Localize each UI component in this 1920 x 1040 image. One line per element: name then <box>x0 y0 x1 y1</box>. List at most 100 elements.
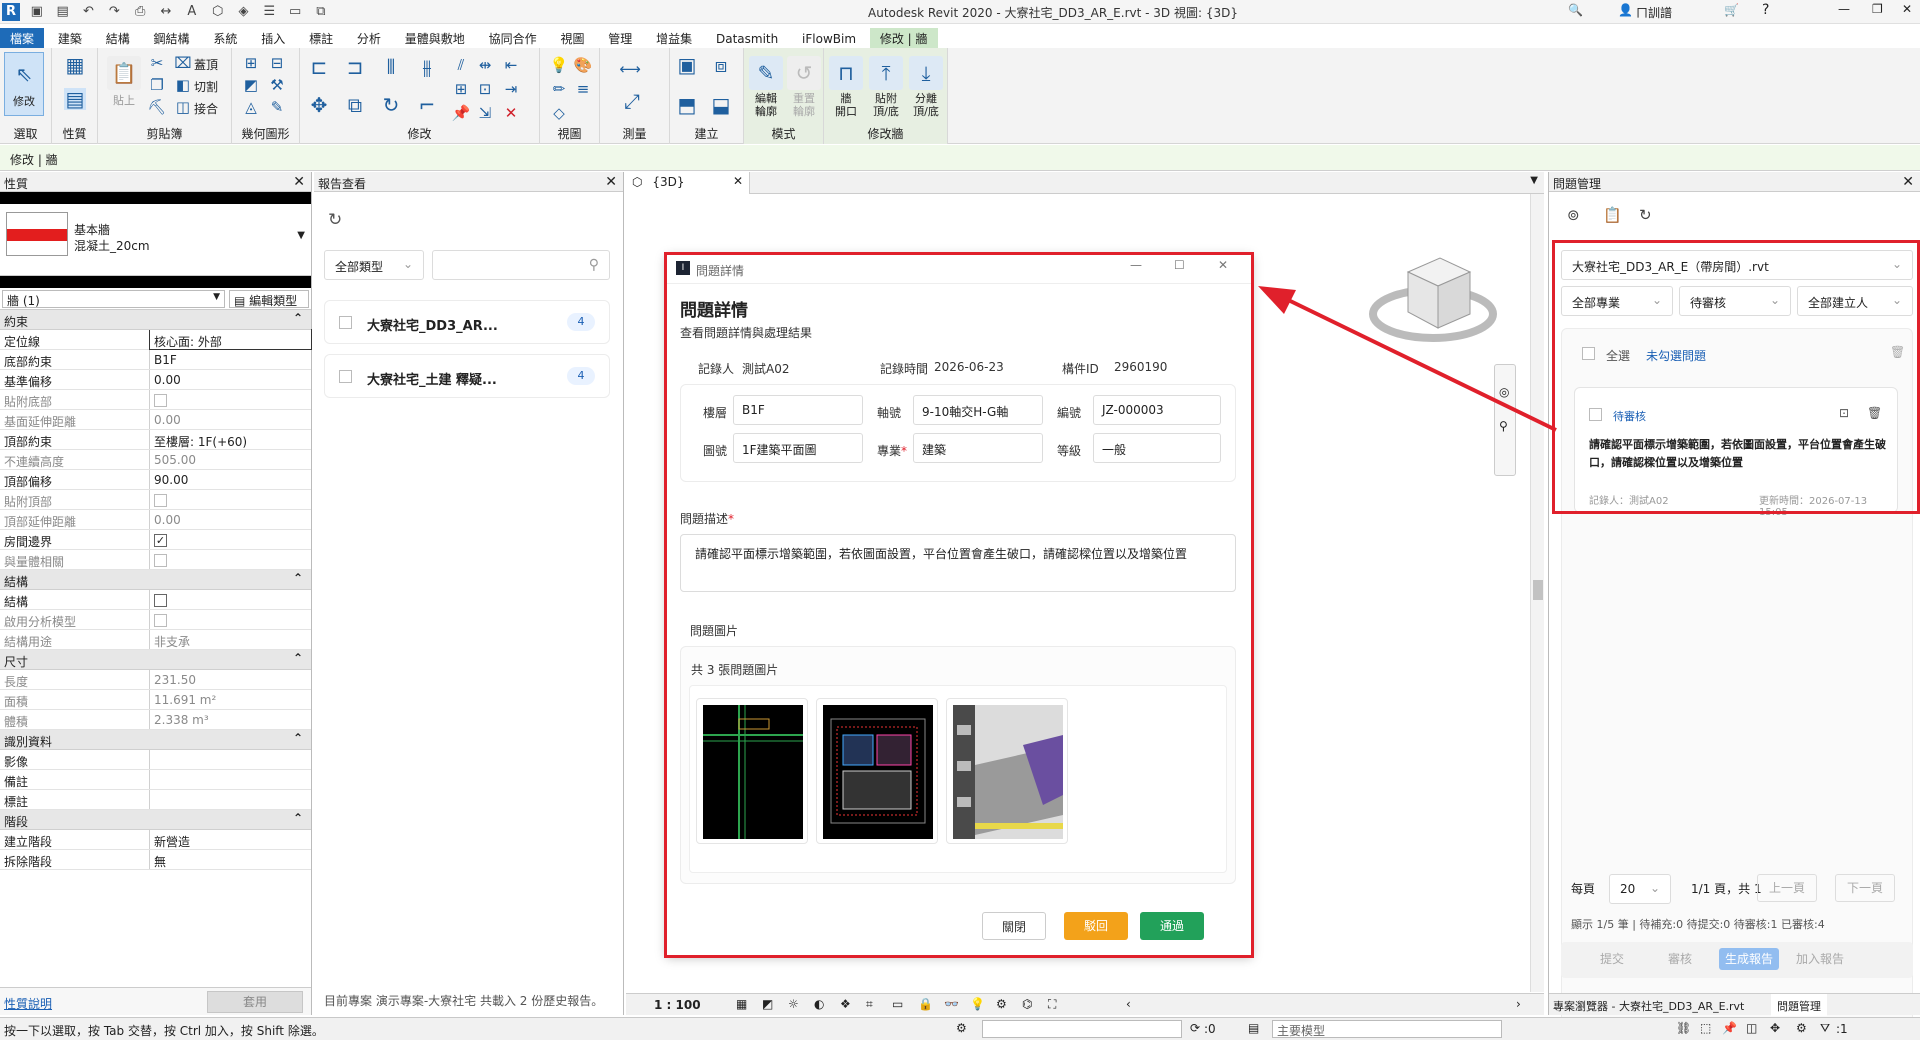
property-value[interactable] <box>150 770 311 789</box>
close-icon[interactable]: ✕ <box>293 174 305 190</box>
user-icon[interactable]: 👤 <box>1618 3 1633 17</box>
split-icon[interactable]: ⫽ <box>450 54 472 76</box>
property-row[interactable]: 不連續高度 505.00 <box>0 450 311 470</box>
maximize-icon[interactable]: ❐ <box>1872 2 1883 16</box>
design-option-select[interactable]: 主要模型 <box>1272 1020 1502 1038</box>
property-row[interactable]: 結構用途 非支承 <box>0 630 311 650</box>
pin-icon[interactable]: 📌 <box>450 102 472 124</box>
crop-icon[interactable]: ⌗ <box>866 997 873 1012</box>
tab-systems[interactable]: 系統 <box>203 28 247 48</box>
edit-profile-button[interactable]: ✎ 編輯 輪廓 <box>746 52 786 118</box>
demolish-icon[interactable]: ⚒ <box>266 74 288 96</box>
copy-tool-icon[interactable]: ⧉ <box>344 94 366 116</box>
property-row[interactable]: 基面延伸距離 0.00 <box>0 410 311 430</box>
property-row[interactable]: 貼附頂部 <box>0 490 311 510</box>
match-icon[interactable]: ⛏ <box>146 96 168 118</box>
collapse-icon[interactable]: ⌃ <box>293 311 303 325</box>
filter-icon[interactable]: ⛛ <box>1820 1021 1830 1036</box>
property-row[interactable]: 底部約束 B1F <box>0 350 311 370</box>
redo-icon[interactable]: ↷ <box>105 3 123 21</box>
help-icon[interactable]: ? <box>1762 2 1769 18</box>
save-icon[interactable]: ▤ <box>54 3 72 21</box>
trim-extend-icon[interactable]: ⇤ <box>500 54 522 76</box>
chevron-down-icon[interactable]: ▼ <box>297 230 305 241</box>
property-value[interactable] <box>150 490 311 509</box>
generate-report-button[interactable]: 生成報告 <box>1719 948 1779 970</box>
array-icon[interactable]: ⊞ <box>450 78 472 100</box>
sun-path-icon[interactable]: ☼ <box>788 997 799 1011</box>
lock-icon[interactable]: ⇥ <box>500 78 522 100</box>
property-value[interactable]: B1F <box>150 350 311 369</box>
property-row[interactable]: 與量體相關 <box>0 550 311 570</box>
override-icon[interactable]: 🎨 <box>572 54 594 76</box>
revit-logo-icon[interactable]: R <box>2 3 20 21</box>
property-value[interactable]: 非支承 <box>150 630 311 649</box>
highlight-icon[interactable]: ⛶ <box>1048 997 1056 1012</box>
cart-icon[interactable]: 🛒 <box>1724 3 1739 17</box>
rotate-icon[interactable]: ↻ <box>380 94 402 116</box>
reset-profile-button[interactable]: ↺ 重置 輪廓 <box>784 52 824 118</box>
show-crop-icon[interactable]: ▭ <box>892 997 903 1011</box>
tab-massing[interactable]: 量體與敷地 <box>395 28 475 48</box>
close-icon[interactable]: ✕ <box>733 174 743 188</box>
tab-analyze[interactable]: 分析 <box>347 28 391 48</box>
drag-elements-icon[interactable]: ✥ <box>1770 1021 1780 1035</box>
per-page-select[interactable]: 20 ⌄ <box>1609 874 1671 904</box>
lines-icon[interactable]: ≡ <box>572 78 594 100</box>
property-row[interactable]: 體積 2.338 m³ <box>0 710 311 730</box>
property-checkbox[interactable]: ✓ <box>154 534 167 547</box>
analytical-icon[interactable]: ⌬ <box>1022 997 1032 1011</box>
offset-tool-icon[interactable]: ⊐ <box>344 56 366 78</box>
undo-icon[interactable]: ↶ <box>79 3 97 21</box>
tab-collaborate[interactable]: 協同合作 <box>479 28 547 48</box>
property-row[interactable]: 基準偏移 0.00 <box>0 370 311 390</box>
report-search-input[interactable]: ⚲ <box>432 250 610 280</box>
property-value[interactable] <box>150 390 311 409</box>
measure-icon[interactable]: ↔ <box>157 3 175 21</box>
property-row[interactable]: 標註 <box>0 790 311 810</box>
property-value[interactable]: 90.00 <box>150 470 311 489</box>
join-label[interactable]: 接合 <box>194 100 218 117</box>
tab-addins[interactable]: 增益集 <box>646 28 702 48</box>
chevron-down-icon[interactable]: ▼ <box>1530 175 1538 186</box>
property-row[interactable]: 貼附底部 <box>0 390 311 410</box>
report-type-select[interactable]: 全部類型 ⌄ <box>324 250 424 280</box>
collapse-icon[interactable]: ⌃ <box>293 651 303 665</box>
properties-icon[interactable]: ▦ <box>64 54 86 76</box>
collapse-icon[interactable]: ⌃ <box>293 811 303 825</box>
property-row[interactable]: 房間邊界 ✓ <box>0 530 311 550</box>
create-assembly-icon[interactable]: ⬒ <box>676 94 698 116</box>
property-section[interactable]: 約束 ⌃ <box>0 310 311 330</box>
open-icon[interactable]: ▣ <box>28 3 46 21</box>
close-icon[interactable]: ✕ <box>605 174 617 190</box>
text-icon[interactable]: A <box>183 3 201 21</box>
select-underlay-icon[interactable]: ⬚ <box>1700 1021 1711 1035</box>
report-item[interactable]: 大寮社宅_DD3_AR... 4 <box>324 300 610 344</box>
visual-style-icon[interactable]: ◩ <box>762 997 773 1011</box>
scroll-thumb[interactable] <box>1533 580 1543 600</box>
refresh-icon[interactable]: ↻ <box>328 210 342 230</box>
property-checkbox[interactable] <box>154 554 167 567</box>
review-button[interactable]: 審核 <box>1651 948 1709 970</box>
move-icon[interactable]: ✥ <box>308 94 330 116</box>
property-value[interactable] <box>150 750 311 769</box>
tab-datasmith[interactable]: Datasmith <box>706 30 788 50</box>
property-section[interactable]: 階段 ⌃ <box>0 810 311 830</box>
tab-insert[interactable]: 插入 <box>251 28 295 48</box>
tab-annotate[interactable]: 標註 <box>299 28 343 48</box>
measure-distance-icon[interactable]: ⟷ <box>610 58 650 80</box>
property-value[interactable]: 至樓層: 1F(+60) <box>150 430 311 449</box>
similar-icon[interactable]: ⬓ <box>710 94 732 116</box>
collapse-icon[interactable]: ⌃ <box>293 571 303 585</box>
background-process-icon[interactable]: ⚙ <box>1796 1021 1807 1035</box>
collapse-icon[interactable]: ⌃ <box>293 731 303 745</box>
property-row[interactable]: 頂部約束 至樓層: 1F(+60) <box>0 430 311 450</box>
prev-page-button[interactable]: 上一頁 <box>1757 874 1817 902</box>
scissors-icon[interactable]: ✂ <box>146 52 168 74</box>
offset-icon[interactable]: ◬ <box>240 96 262 118</box>
property-value[interactable]: 231.50 <box>150 670 311 689</box>
3d-view-icon[interactable]: ⬡ <box>209 3 227 21</box>
split-gap-icon[interactable]: ⇹ <box>474 54 496 76</box>
join-icon[interactable]: ◫ <box>172 96 194 118</box>
apply-button[interactable]: 套用 <box>207 991 303 1013</box>
